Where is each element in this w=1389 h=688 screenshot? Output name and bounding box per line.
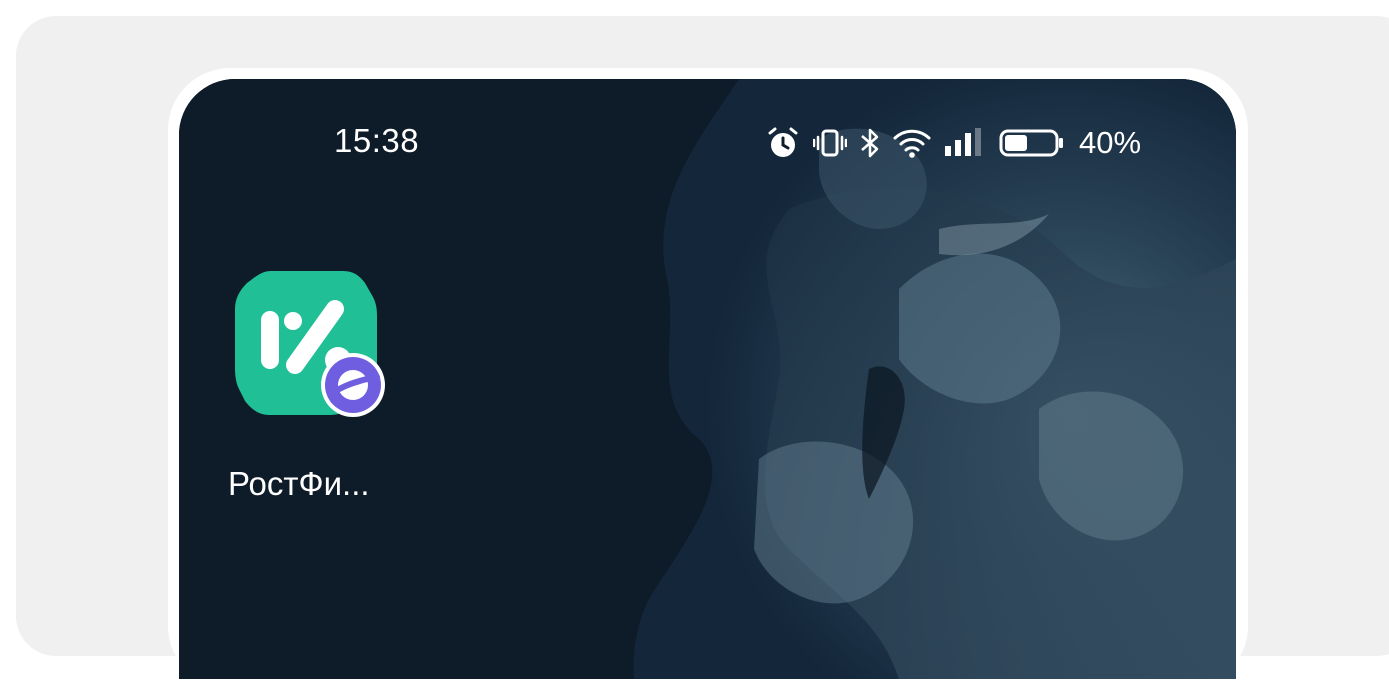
- battery-percentage: 40%: [1079, 125, 1142, 160]
- status-bar: 15:38 40%: [179, 79, 1236, 209]
- status-time: 15:38: [334, 122, 420, 159]
- alarm-icon: [768, 127, 798, 157]
- signal-icon: [945, 128, 981, 156]
- browser-badge-icon: [321, 353, 385, 417]
- wifi-icon: [893, 129, 931, 158]
- status-icons: 40%: [765, 123, 1141, 163]
- vibrate-icon: [813, 129, 847, 157]
- battery-icon: [999, 129, 1063, 157]
- app-icon-rostfin[interactable]: [235, 269, 385, 419]
- app-label-rostfin[interactable]: РостФи...: [228, 465, 418, 503]
- bluetooth-icon: [861, 128, 879, 158]
- phone-screen: 15:38 40% РостФи...: [179, 79, 1236, 679]
